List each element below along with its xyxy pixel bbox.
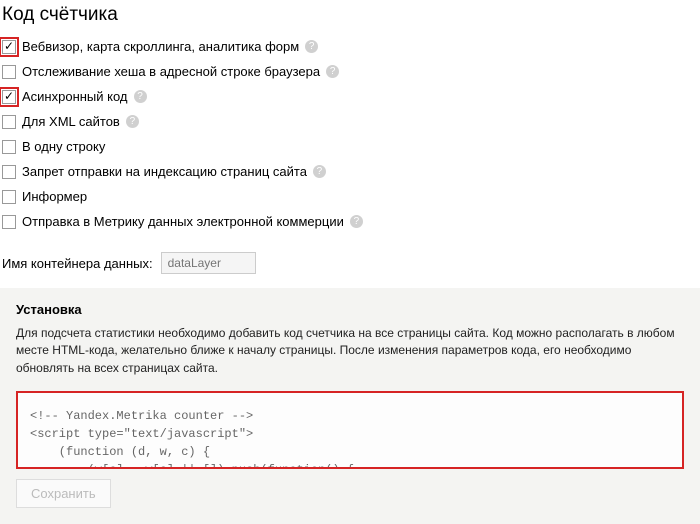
container-name-input[interactable] [161, 252, 256, 274]
help-icon[interactable]: ? [126, 115, 139, 128]
option-row: Информер [2, 184, 698, 209]
option-label: Отслеживание хеша в адресной строке брау… [22, 64, 320, 79]
container-name-row: Имя контейнера данных: [0, 244, 700, 288]
help-icon[interactable]: ? [350, 215, 363, 228]
option-row: Для XML сайтов? [2, 109, 698, 134]
help-icon[interactable]: ? [134, 90, 147, 103]
help-icon[interactable]: ? [313, 165, 326, 178]
option-checkbox[interactable] [2, 90, 16, 104]
option-label: Информер [22, 189, 87, 204]
option-row: Отслеживание хеша в адресной строке брау… [2, 59, 698, 84]
option-row: Вебвизор, карта скроллинга, аналитика фо… [2, 34, 698, 59]
counter-code-box[interactable]: <!-- Yandex.Metrika counter --> <script … [16, 391, 684, 469]
option-checkbox[interactable] [2, 165, 16, 179]
option-label: Запрет отправки на индексацию страниц са… [22, 164, 307, 179]
option-label: Асинхронный код [22, 89, 128, 104]
save-button[interactable]: Сохранить [16, 479, 111, 508]
container-name-label: Имя контейнера данных: [2, 256, 153, 271]
option-checkbox[interactable] [2, 190, 16, 204]
option-checkbox[interactable] [2, 115, 16, 129]
help-icon[interactable]: ? [326, 65, 339, 78]
help-icon[interactable]: ? [305, 40, 318, 53]
option-checkbox[interactable] [2, 215, 16, 229]
page-title: Код счётчика [0, 0, 700, 34]
option-label: Для XML сайтов [22, 114, 120, 129]
install-section: Установка Для подсчета статистики необхо… [0, 288, 700, 524]
option-row: Асинхронный код? [2, 84, 698, 109]
option-checkbox[interactable] [2, 40, 16, 54]
option-label: В одну строку [22, 139, 105, 154]
option-label: Отправка в Метрику данных электронной ко… [22, 214, 344, 229]
option-row: Запрет отправки на индексацию страниц са… [2, 159, 698, 184]
option-checkbox[interactable] [2, 140, 16, 154]
option-checkbox[interactable] [2, 65, 16, 79]
option-row: В одну строку [2, 134, 698, 159]
options-list: Вебвизор, карта скроллинга, аналитика фо… [0, 34, 700, 244]
install-title: Установка [16, 302, 684, 317]
option-row: Отправка в Метрику данных электронной ко… [2, 209, 698, 234]
install-description: Для подсчета статистики необходимо добав… [16, 325, 684, 377]
option-label: Вебвизор, карта скроллинга, аналитика фо… [22, 39, 299, 54]
